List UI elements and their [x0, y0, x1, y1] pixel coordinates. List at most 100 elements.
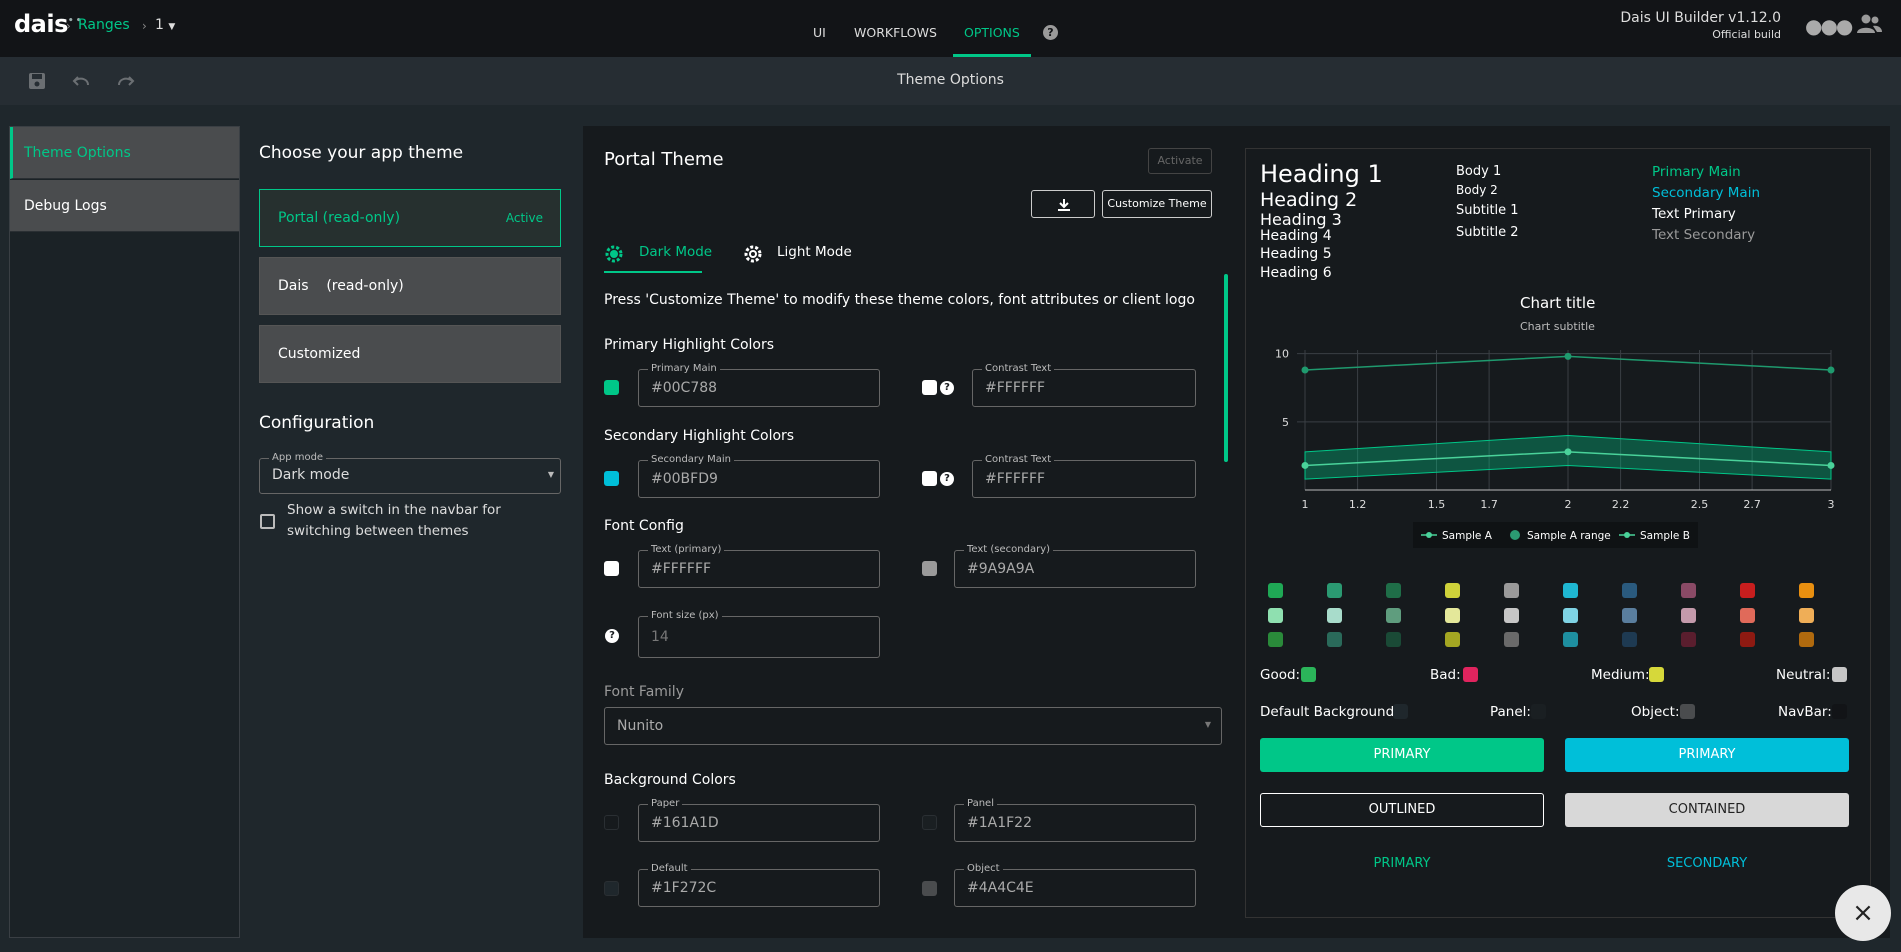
secondary-main-field[interactable]: Secondary Main #00BFD9: [638, 453, 880, 498]
palette-swatch: [1268, 608, 1283, 623]
panel-title: Portal Theme: [604, 149, 724, 170]
tab-dark-mode[interactable]: Dark Mode: [639, 244, 712, 260]
tab-light-mode[interactable]: Light Mode: [777, 244, 852, 260]
x-tick-label: 3: [1828, 498, 1835, 511]
users-icon[interactable]: [1856, 14, 1882, 34]
customize-theme-button[interactable]: Customize Theme: [1102, 190, 1212, 218]
line-chart: 1 1.2 1.5 1.7 2 2.2 2.5 2.7 3 5 10 Sample A Sample A…: [1275, 348, 1835, 548]
field-label: Paper: [648, 797, 683, 811]
palette-swatch: [1799, 608, 1814, 623]
panel-swatch[interactable]: [922, 815, 937, 830]
secondary-contrast-swatch[interactable]: [922, 471, 937, 486]
primary-contrast-field[interactable]: Contrast Text #FFFFFF: [972, 362, 1196, 407]
heading-4: Heading 4: [1260, 228, 1332, 244]
palette-swatch: [1622, 583, 1637, 598]
activate-button[interactable]: Activate: [1148, 148, 1212, 174]
dark-mode-icon: [605, 245, 623, 263]
caret-down-icon: ▼: [1204, 720, 1211, 729]
text-primary-button[interactable]: PRIMARY: [1260, 847, 1544, 881]
breadcrumb-ranges[interactable]: Ranges: [78, 17, 130, 33]
default-swatch[interactable]: [604, 881, 619, 896]
field-value: #00C788: [651, 380, 718, 396]
text-primary-swatch[interactable]: [604, 561, 619, 576]
primary-contrast-swatch[interactable]: [922, 380, 937, 395]
bad-label: Bad:: [1430, 667, 1461, 683]
legend-label: Sample B: [1640, 530, 1690, 542]
text-secondary-field[interactable]: Text (secondary) #9A9A9A: [954, 543, 1196, 588]
more-menu-icon[interactable]: ●●●: [1805, 14, 1853, 38]
palette-swatch: [1327, 608, 1342, 623]
secondary-contrast-field[interactable]: Contrast Text #FFFFFF: [972, 453, 1196, 498]
medium-swatch: [1649, 667, 1664, 682]
data-point: [1564, 352, 1572, 360]
object-field[interactable]: Object #4A4C4E: [954, 862, 1196, 907]
choose-theme-heading: Choose your app theme: [259, 143, 464, 163]
paper-swatch[interactable]: [604, 815, 619, 830]
text-primary-field[interactable]: Text (primary) #FFFFFF: [638, 543, 880, 588]
object-swatch[interactable]: [922, 881, 937, 896]
contained-button[interactable]: CONTAINED: [1565, 793, 1849, 827]
help-icon[interactable]: ?: [940, 472, 954, 486]
dais-logo[interactable]: dais• •: [14, 10, 82, 38]
data-point: [1301, 461, 1309, 469]
field-value: 14: [651, 629, 669, 645]
field-value: #FFFFFF: [651, 561, 712, 577]
navbar-theme-switch-checkbox[interactable]: [260, 514, 275, 529]
neutral-swatch: [1832, 667, 1847, 682]
primary-button[interactable]: PRIMARY: [1260, 738, 1544, 772]
font-size-field[interactable]: Font size (px) 14: [638, 609, 880, 658]
y-tick-label: 10: [1275, 348, 1289, 361]
field-value: #161A1D: [651, 815, 719, 831]
theme-card-dais[interactable]: Dais (read-only): [259, 257, 561, 315]
help-icon[interactable]: ?: [1043, 25, 1058, 40]
scrollbar[interactable]: [1224, 274, 1228, 462]
heading-2: Heading 2: [1260, 189, 1358, 211]
close-button[interactable]: ×: [1835, 885, 1891, 941]
app-mode-select[interactable]: App mode Dark mode ▼: [259, 451, 561, 494]
panel-field[interactable]: Panel #1A1F22: [954, 797, 1196, 842]
palette-swatch: [1740, 632, 1755, 647]
font-family-select[interactable]: Nunito ▼: [604, 707, 1222, 745]
secondary-main-swatch[interactable]: [604, 471, 619, 486]
outlined-button[interactable]: OUTLINED: [1260, 793, 1544, 827]
tab-options[interactable]: OPTIONS: [964, 25, 1020, 40]
text-secondary-swatch[interactable]: [922, 561, 937, 576]
default-field[interactable]: Default #1F272C: [638, 862, 880, 907]
legend-label: Sample A: [1442, 530, 1493, 542]
theme-card-customized[interactable]: Customized: [259, 325, 561, 383]
sidebar-item-theme-options[interactable]: Theme Options: [10, 127, 239, 179]
sidebar-item-debug-logs[interactable]: Debug Logs: [10, 180, 239, 232]
field-label: Primary Main: [648, 362, 720, 376]
configuration-heading: Configuration: [259, 413, 375, 433]
body-2: Body 2: [1456, 183, 1498, 197]
palette-swatch: [1504, 583, 1519, 598]
secondary-main-text: Secondary Main: [1652, 185, 1761, 201]
legend-label: Sample A range: [1527, 530, 1611, 542]
x-tick-label: 1.2: [1349, 498, 1367, 511]
text-secondary-button[interactable]: SECONDARY: [1565, 847, 1849, 881]
download-button[interactable]: [1031, 190, 1095, 218]
download-icon: [1058, 199, 1070, 211]
heading-3: Heading 3: [1260, 210, 1342, 229]
theme-card-portal[interactable]: Portal (read-only) Active: [259, 189, 561, 247]
breadcrumb-separator: ›: [66, 19, 71, 33]
palette-swatch: [1563, 608, 1578, 623]
paper-field[interactable]: Paper #161A1D: [638, 797, 880, 842]
chart-subtitle: Chart subtitle: [1520, 320, 1595, 333]
palette-swatch: [1563, 632, 1578, 647]
medium-label: Medium:: [1591, 667, 1650, 683]
help-icon[interactable]: ?: [605, 629, 619, 643]
tab-ui[interactable]: UI: [813, 25, 826, 40]
tab-workflows[interactable]: WORKFLOWS: [854, 25, 937, 40]
primary-main-field[interactable]: Primary Main #00C788: [638, 362, 880, 407]
breadcrumb-range-selector[interactable]: 1 ▼: [155, 17, 175, 33]
subtitle-1: Subtitle 1: [1456, 203, 1519, 218]
bad-swatch: [1463, 667, 1478, 682]
palette-swatch: [1504, 608, 1519, 623]
primary-main-swatch[interactable]: [604, 380, 619, 395]
secondary-primary-button[interactable]: PRIMARY: [1565, 738, 1849, 772]
field-label: Text (primary): [648, 543, 725, 557]
help-icon[interactable]: ?: [940, 381, 954, 395]
data-point: [1827, 366, 1835, 374]
data-point: [1301, 366, 1309, 374]
